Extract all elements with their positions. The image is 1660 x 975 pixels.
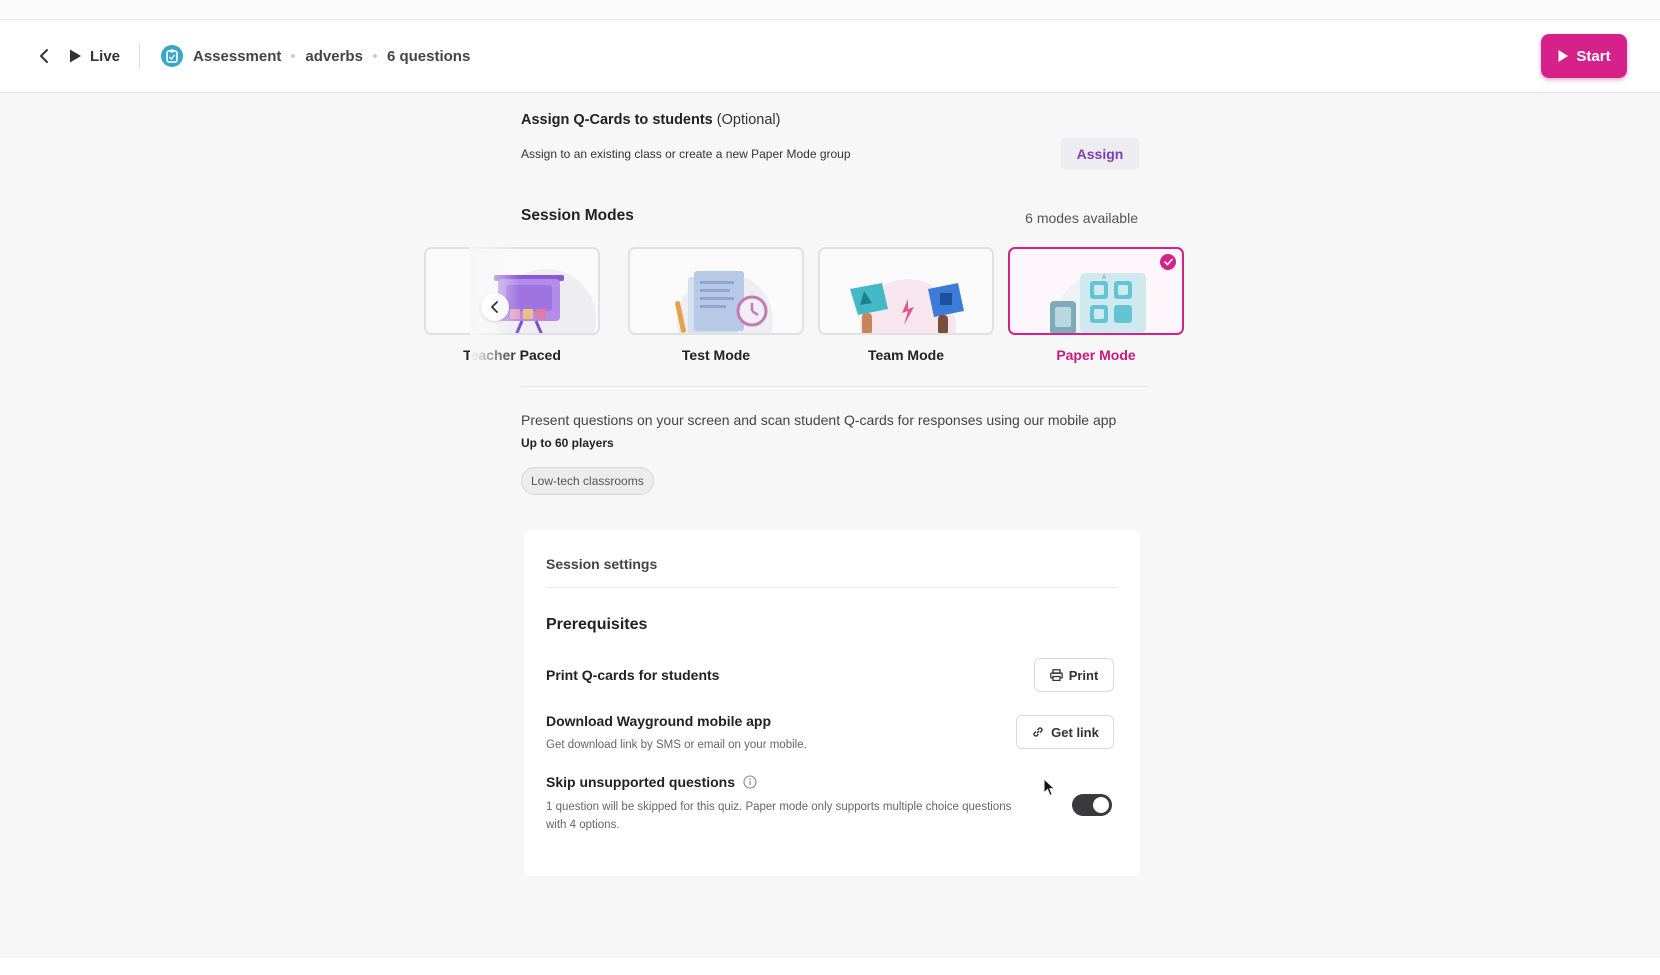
assign-description: Assign to an existing class or create a … [521, 147, 851, 161]
skip-unsupported-title: Skip unsupported questions [546, 774, 757, 790]
breadcrumb-count: 6 questions [386, 47, 471, 65]
mode-label-paper-mode: Paper Mode [1056, 347, 1136, 363]
mode-player-limit: Up to 60 players [521, 436, 614, 450]
skip-subtitle-line-1: 1 question will be skipped for this quiz… [546, 801, 1012, 813]
chevron-left-icon [490, 301, 498, 313]
download-app-title: Download Wayground mobile app [546, 713, 772, 729]
assign-button[interactable]: Assign [1061, 138, 1139, 170]
qcard-illustration: A [1050, 273, 1146, 333]
carousel-prev-button[interactable] [481, 293, 509, 321]
assign-title: Assign Q-Cards to students (Optional) [521, 112, 780, 128]
skip-unsupported-subtitle: 1 question will be skipped for this quiz… [546, 798, 1011, 834]
breadcrumb-separator [291, 54, 296, 58]
back-button[interactable] [32, 44, 56, 68]
modes-available-count: 6 modes available [1025, 210, 1138, 226]
breadcrumb-type: Assessment [193, 47, 282, 65]
breadcrumb: Assessment adverbs 6 questions [161, 44, 470, 68]
selected-check-icon [1160, 254, 1176, 270]
breadcrumb-separator [372, 54, 377, 58]
print-button-label: Print [1068, 667, 1099, 683]
session-settings-card: Session settings Prerequisites Print Q-c… [524, 530, 1140, 876]
live-indicator[interactable]: Live [68, 44, 120, 68]
team-flags-illustration [850, 279, 964, 333]
section-divider [521, 386, 1149, 387]
prerequisites-heading: Prerequisites [546, 616, 648, 633]
link-icon [1033, 727, 1043, 737]
skip-subtitle-line-2: with 4 options. [546, 819, 620, 831]
session-modes-title: Session Modes [521, 207, 634, 224]
mode-card-teacher-paced[interactable] [424, 247, 600, 335]
presentation-board-illustration [494, 269, 596, 333]
skip-unsupported-toggle[interactable] [1072, 794, 1112, 816]
mode-label-test-mode: Test Mode [681, 347, 751, 363]
mode-label-teacher-paced: Teacher Paced [463, 347, 561, 363]
mode-card-team-mode[interactable] [818, 247, 994, 335]
info-icon[interactable] [743, 775, 757, 789]
top-bar: Live Assessment adverbs 6 questions Star… [0, 20, 1660, 93]
header-divider [139, 43, 140, 69]
bottom-strip [0, 958, 1660, 975]
mode-label-team-mode: Team Mode [868, 347, 944, 363]
skip-unsupported-label: Skip unsupported questions [546, 774, 736, 790]
test-sheet-illustration [675, 271, 773, 333]
play-icon [1558, 50, 1569, 62]
download-app-subtitle: Get download link by SMS or email on you… [546, 739, 807, 751]
mode-card-paper-mode[interactable]: A [1008, 247, 1184, 335]
printer-icon [1049, 669, 1063, 681]
mode-description: Present questions on your screen and sca… [521, 412, 1117, 428]
print-button[interactable]: Print [1034, 658, 1114, 692]
start-button[interactable]: Start [1541, 34, 1627, 78]
browser-top-strip [0, 0, 1660, 20]
assign-title-text: Assign Q-Cards to students [521, 112, 713, 128]
live-label: Live [90, 47, 121, 65]
start-button-label: Start [1576, 47, 1611, 65]
settings-divider [546, 587, 1118, 588]
play-icon [70, 49, 81, 63]
mode-tag-low-tech: Low-tech classrooms [521, 467, 654, 495]
breadcrumb-topic: adverbs [305, 47, 363, 65]
chevron-left-icon [40, 49, 48, 63]
get-link-button-label: Get link [1051, 724, 1099, 740]
assessment-icon [161, 45, 183, 67]
get-link-button[interactable]: Get link [1016, 715, 1114, 749]
toggle-knob [1093, 797, 1109, 813]
assign-optional-text: (Optional) [716, 112, 781, 128]
svg-text:A: A [1102, 275, 1106, 281]
mode-card-test-mode[interactable] [628, 247, 804, 335]
mouse-cursor-icon [1043, 778, 1056, 797]
session-settings-title: Session settings [546, 556, 658, 572]
print-qcards-title: Print Q-cards for students [546, 667, 720, 683]
